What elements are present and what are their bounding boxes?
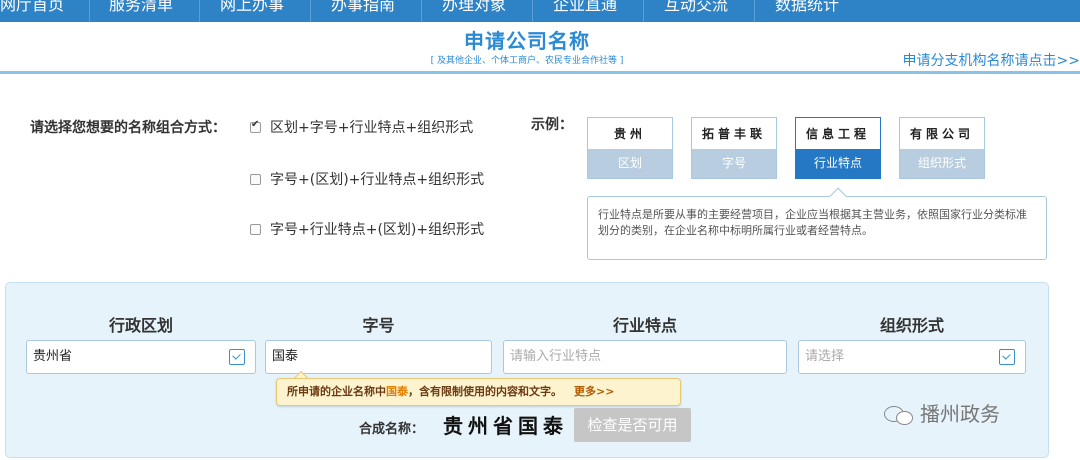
example-card-word: 信息工程 xyxy=(805,127,870,141)
page-subtitle: [ 及其他企业、个体工商户、农民专业合作社等 ] xyxy=(430,56,624,66)
warning-more-link[interactable]: 更多>> xyxy=(574,385,614,398)
nav-item-service-guide[interactable]: 办事指南 xyxy=(331,0,395,16)
checkbox[interactable] xyxy=(250,224,261,235)
tradename-input[interactable]: 国泰 xyxy=(265,340,492,374)
watermark-text: 播州政务 xyxy=(920,402,1000,426)
checkbox-checked[interactable] xyxy=(250,119,261,133)
combination-option-label: 区划+字号+行业特点+组织形式 xyxy=(270,120,474,136)
check-availability-button[interactable]: 检查是否可用 xyxy=(574,408,691,442)
industry-placeholder: 请输入行业特点 xyxy=(510,349,602,364)
wechat-icon xyxy=(884,404,916,425)
example-card-orgform[interactable]: 有限公司 组织形式 xyxy=(899,117,985,179)
example-card-industry[interactable]: 信息工程 行业特点 xyxy=(795,117,881,179)
nav-separator xyxy=(89,0,90,22)
orgform-select[interactable]: 请选择 xyxy=(798,340,1026,374)
watermark: 播州政务 xyxy=(884,398,1000,427)
warning-suffix: ，含有限制使用的内容和文字。 xyxy=(408,385,562,398)
nav-item-hall-home[interactable]: 网厅首页 xyxy=(0,0,64,16)
combination-option-3[interactable]: 字号+行业特点+(区划)+组织形式 xyxy=(250,219,484,239)
region-value: 贵州省 xyxy=(33,349,73,364)
select-check-icon[interactable] xyxy=(999,349,1015,365)
example-card-tag: 行业特点 xyxy=(796,149,880,178)
nav-separator xyxy=(532,0,533,22)
nav-separator xyxy=(754,0,755,22)
industry-input[interactable]: 请输入行业特点 xyxy=(503,340,787,374)
combination-option-2[interactable]: 字号+(区划)+行业特点+组织形式 xyxy=(250,169,484,189)
composed-name-label: 合成名称： xyxy=(359,422,425,437)
tradename-value: 国泰 xyxy=(272,349,299,364)
example-card-word: 贵州 xyxy=(613,127,646,141)
example-card-tag: 区划 xyxy=(588,149,672,178)
page-title: 申请公司名称 xyxy=(464,29,590,53)
example-card-tradename[interactable]: 拓普丰联 字号 xyxy=(691,117,777,179)
title-bar: 申请公司名称 [ 及其他企业、个体工商户、农民专业合作社等 ] 申请分支机构名称… xyxy=(0,22,1080,74)
nav-separator xyxy=(310,0,311,22)
checkbox[interactable] xyxy=(250,174,261,185)
column-header-region: 行政区划 xyxy=(108,316,173,335)
top-nav: 网厅首页 服务清单 网上办事 办事指南 办理对象 企业直通 互动交流 数据统计 xyxy=(0,0,1080,22)
example-card-tag: 组织形式 xyxy=(900,149,984,178)
example-description: 行业特点是所要从事的主要经营项目，企业应当根据其主营业务，依照国家行业分类标准划… xyxy=(598,208,1027,237)
nav-item-service-target[interactable]: 办理对象 xyxy=(442,0,506,16)
warning-highlight: 国泰 xyxy=(386,385,408,398)
select-check-icon[interactable] xyxy=(229,349,245,365)
column-header-orgform: 组织形式 xyxy=(879,316,944,335)
example-card-tag: 字号 xyxy=(692,149,776,178)
column-header-industry: 行业特点 xyxy=(612,316,677,335)
example-card-word: 拓普丰联 xyxy=(701,127,766,141)
example-description-box: 行业特点是所要从事的主要经营项目，企业应当根据其主营业务，依照国家行业分类标准划… xyxy=(587,196,1047,260)
nav-item-enterprise-direct[interactable]: 企业直通 xyxy=(553,0,617,16)
nav-item-interaction[interactable]: 互动交流 xyxy=(664,0,728,16)
warning-prefix: 所申请的企业名称中 xyxy=(287,385,386,398)
nav-separator xyxy=(421,0,422,22)
nav-item-service-list[interactable]: 服务清单 xyxy=(109,0,173,16)
example-label: 示例： xyxy=(531,117,573,133)
region-select[interactable]: 贵州省 xyxy=(26,340,256,374)
example-card-region[interactable]: 贵州 区划 xyxy=(587,117,673,179)
nav-item-statistics[interactable]: 数据统计 xyxy=(775,0,839,16)
nav-item-online-service[interactable]: 网上办事 xyxy=(220,0,284,16)
combination-option-label: 字号+(区划)+行业特点+组织形式 xyxy=(270,172,485,188)
nav-separator xyxy=(643,0,644,22)
example-card-word: 有限公司 xyxy=(909,127,974,141)
composed-name-value: 贵州省国泰 xyxy=(443,414,568,438)
combination-option-label: 字号+行业特点+(区划)+组织形式 xyxy=(270,222,485,238)
column-header-tradename: 字号 xyxy=(362,316,395,335)
branch-application-link[interactable]: 申请分支机构名称请点击>> xyxy=(903,50,1080,70)
combination-option-1[interactable]: 区划+字号+行业特点+组织形式 xyxy=(250,117,473,137)
nav-separator xyxy=(199,0,200,22)
orgform-placeholder: 请选择 xyxy=(805,349,845,364)
restricted-word-warning: 所申请的企业名称中国泰，含有限制使用的内容和文字。 更多>> xyxy=(276,378,681,406)
combination-label: 请选择您想要的名称组合方式： xyxy=(30,120,226,136)
